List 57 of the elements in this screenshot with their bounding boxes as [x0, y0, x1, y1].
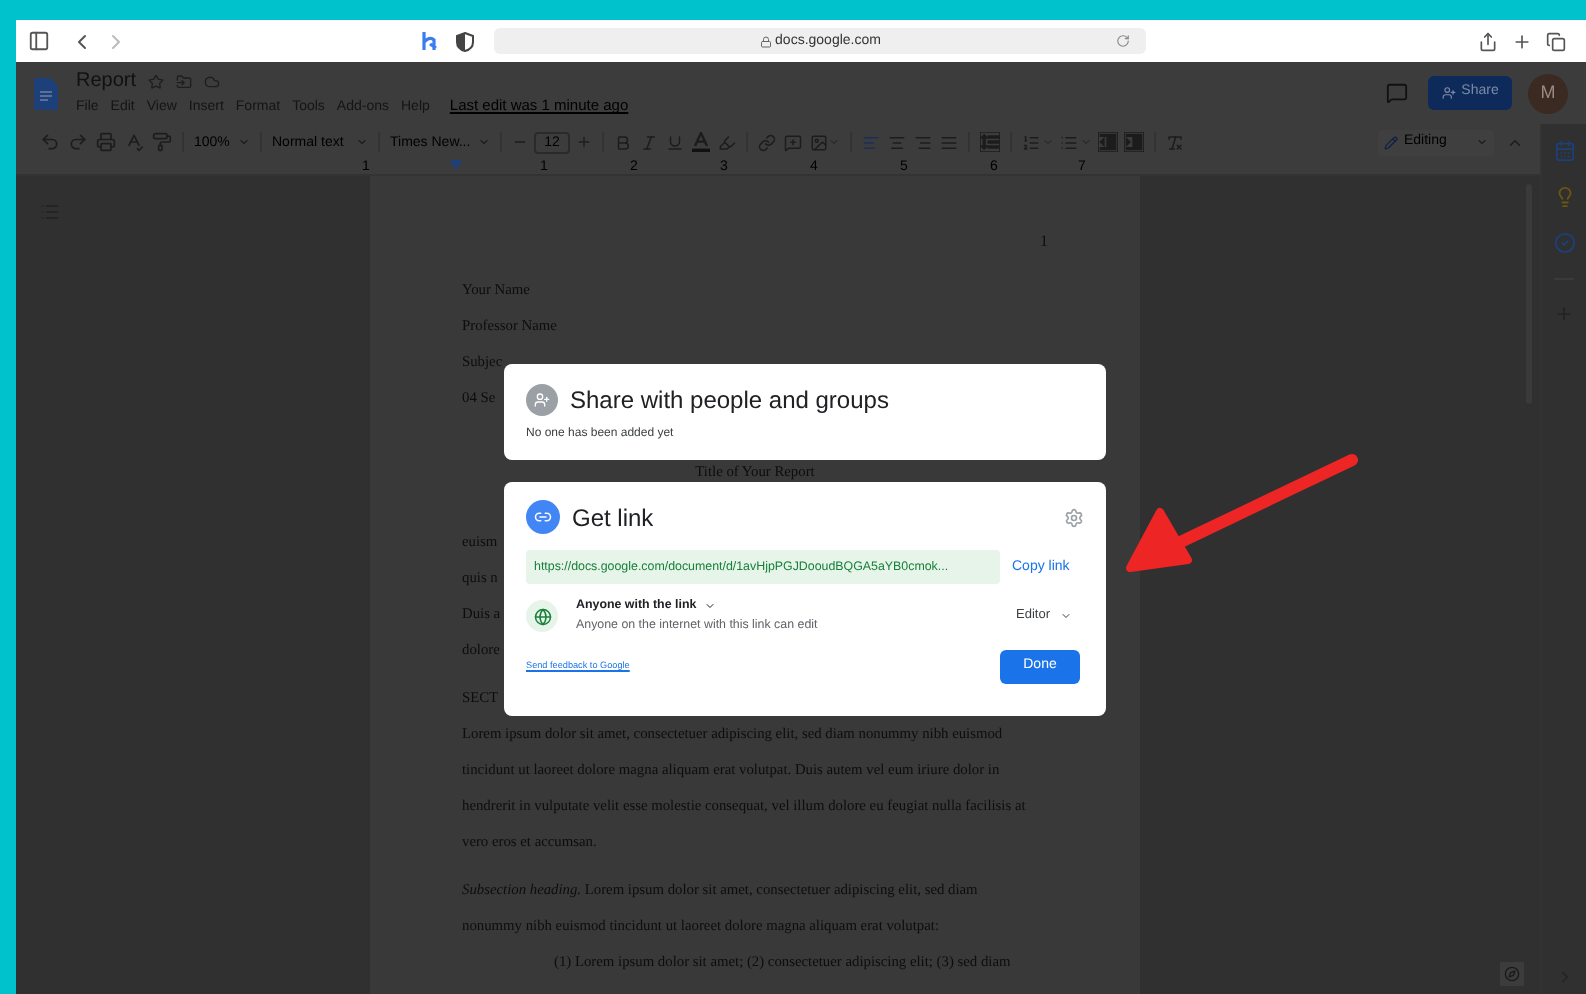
underline-icon[interactable]: [666, 133, 684, 151]
decrease-indent-icon[interactable]: [1098, 132, 1118, 152]
star-icon[interactable]: [148, 74, 165, 91]
align-left-icon[interactable]: [862, 133, 880, 151]
numbered-list-icon[interactable]: [1022, 133, 1040, 151]
increase-indent-icon[interactable]: [1124, 132, 1144, 152]
caret-icon: [478, 136, 490, 148]
caret-icon: [1060, 610, 1072, 622]
align-justify-icon[interactable]: [940, 133, 958, 151]
highlight-icon[interactable]: [718, 133, 736, 151]
caret-icon: [238, 136, 250, 148]
lightbulb-icon[interactable]: [1553, 186, 1575, 208]
tabs-icon[interactable]: [1546, 31, 1566, 51]
share-title: Share with people and groups: [570, 388, 889, 412]
lock-icon: [759, 35, 772, 47]
image-icon[interactable]: [810, 133, 828, 151]
sidebar-icon[interactable]: [28, 30, 50, 52]
new-tab-icon[interactable]: [1512, 31, 1532, 51]
comment-icon[interactable]: [1386, 82, 1408, 104]
print-icon[interactable]: [96, 132, 116, 152]
pencil-icon: [1384, 135, 1398, 149]
shield-icon[interactable]: [456, 31, 474, 51]
folder-icon[interactable]: [176, 74, 193, 91]
add-people-icon: [526, 384, 558, 416]
tasks-icon[interactable]: [1553, 232, 1575, 254]
docs-logo-icon[interactable]: [34, 77, 58, 109]
clear-formatting-icon[interactable]: [1166, 133, 1184, 151]
reload-icon[interactable]: [1116, 34, 1130, 48]
avatar[interactable]: M: [1528, 73, 1568, 113]
explore-button[interactable]: [1500, 962, 1524, 986]
link-icon: [526, 500, 560, 534]
caret-icon: [1476, 136, 1488, 148]
extension-icon[interactable]: [420, 30, 440, 52]
align-right-icon[interactable]: [914, 133, 932, 151]
caret-icon[interactable]: [828, 136, 840, 148]
link-icon[interactable]: [758, 133, 776, 151]
bulleted-list-icon[interactable]: [1060, 133, 1078, 151]
share-icon[interactable]: [1478, 31, 1498, 51]
globe-icon: [526, 600, 558, 632]
cloud-icon[interactable]: [204, 74, 221, 91]
bold-icon[interactable]: [614, 133, 632, 151]
italic-icon[interactable]: [640, 133, 658, 151]
paint-format-icon[interactable]: [152, 132, 172, 152]
person-icon: [1441, 86, 1456, 100]
text-color-icon[interactable]: [692, 132, 710, 152]
caret-icon: [356, 136, 368, 148]
get-link-title: Get link: [572, 505, 654, 529]
calendar-icon[interactable]: [1553, 140, 1575, 162]
spellcheck-icon[interactable]: [124, 132, 144, 152]
redo-icon[interactable]: [68, 132, 88, 152]
caret-icon: [704, 600, 717, 613]
increase-size-icon[interactable]: [576, 134, 592, 150]
add-comment-icon[interactable]: [784, 133, 802, 151]
settings-icon[interactable]: [1064, 507, 1084, 527]
undo-icon[interactable]: [40, 132, 60, 152]
line-spacing-icon[interactable]: [980, 132, 1000, 152]
align-center-icon[interactable]: [888, 133, 906, 151]
